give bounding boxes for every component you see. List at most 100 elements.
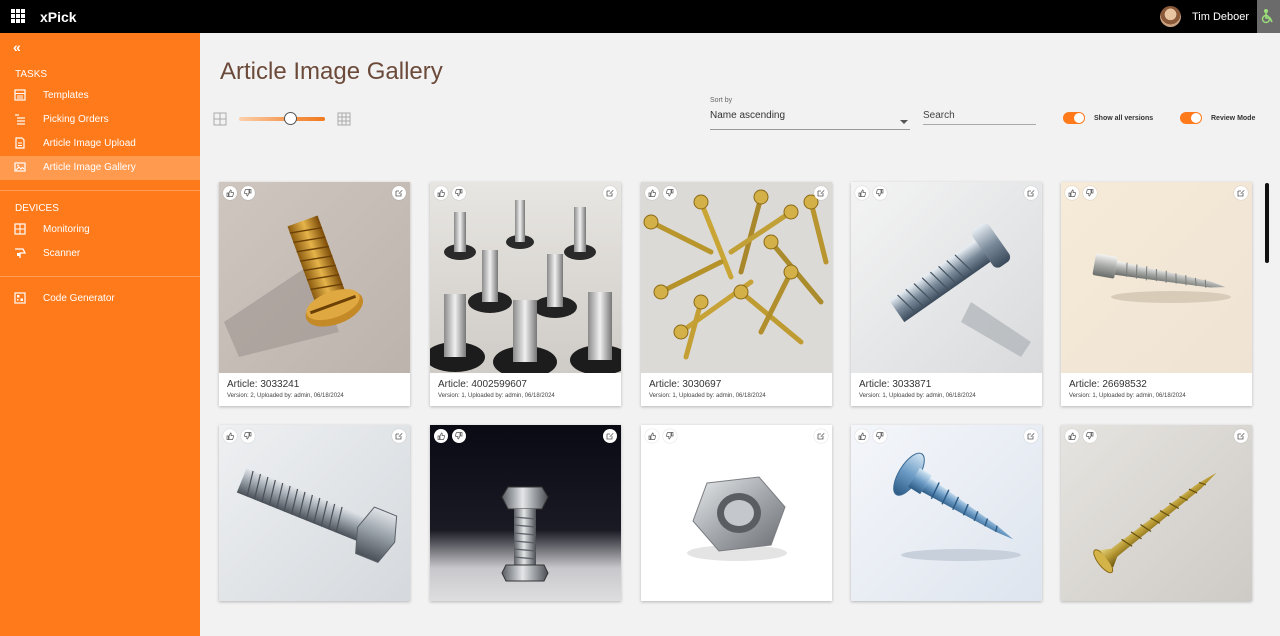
scanner-icon xyxy=(15,248,26,258)
sidebar-item-code-generator[interactable]: Code Generator xyxy=(0,287,200,311)
gallery-card[interactable] xyxy=(219,425,410,601)
article-image[interactable] xyxy=(219,425,410,601)
article-image[interactable] xyxy=(641,425,832,601)
article-image[interactable] xyxy=(1061,425,1252,601)
edit-button[interactable] xyxy=(603,429,617,443)
thumbs-down-button[interactable] xyxy=(873,186,887,200)
gallery-card[interactable]: Article: 3033871 Version: 1, Uploaded by… xyxy=(851,182,1042,406)
gallery-card[interactable] xyxy=(430,425,621,601)
article-image[interactable] xyxy=(851,182,1042,373)
edit-button[interactable] xyxy=(1234,186,1248,200)
thumbs-down-button[interactable] xyxy=(663,429,677,443)
card-title: Article: 26698532 xyxy=(1069,379,1147,390)
thumbs-down-button[interactable] xyxy=(1083,429,1097,443)
sidebar: « TASKS Templates Picking Orders Article… xyxy=(0,33,200,636)
card-meta: Version: 1, Uploaded by: admin, 06/18/20… xyxy=(438,393,555,399)
gallery-card[interactable] xyxy=(1061,425,1252,601)
user-name[interactable]: Tim Deboer xyxy=(1192,11,1249,23)
edit-button[interactable] xyxy=(1024,429,1038,443)
thumbs-down-button[interactable] xyxy=(241,429,255,443)
article-image[interactable] xyxy=(641,182,832,373)
collapse-sidebar-icon[interactable]: « xyxy=(13,39,21,55)
edit-button[interactable] xyxy=(814,186,828,200)
edit-button[interactable] xyxy=(392,429,406,443)
thumbs-down-icon xyxy=(1086,189,1094,197)
article-image[interactable] xyxy=(219,182,410,373)
edit-icon xyxy=(395,433,403,440)
thumbs-down-button[interactable] xyxy=(452,186,466,200)
hex-bolt-dark-image xyxy=(430,425,621,601)
article-image[interactable] xyxy=(430,182,621,373)
thumbs-up-button[interactable] xyxy=(855,186,869,200)
thumbs-up-icon xyxy=(226,189,234,197)
gallery-card[interactable] xyxy=(641,425,832,601)
thumbs-down-button[interactable] xyxy=(1083,186,1097,200)
edit-button[interactable] xyxy=(1234,429,1248,443)
thumbs-down-button[interactable] xyxy=(663,186,677,200)
app-title: xPick xyxy=(40,9,77,25)
zoom-slider-thumb[interactable] xyxy=(284,112,298,125)
sort-label: Sort by xyxy=(710,97,733,104)
apps-grid-icon[interactable] xyxy=(11,9,25,23)
qr-code-icon xyxy=(14,292,26,304)
section-title-tasks: TASKS xyxy=(15,69,48,80)
gallery-card[interactable]: Article: 3033241 Version: 2, Uploaded by… xyxy=(219,182,410,406)
edit-icon xyxy=(1027,190,1035,197)
avatar[interactable] xyxy=(1160,6,1181,27)
article-image[interactable] xyxy=(1061,182,1252,373)
edit-button[interactable] xyxy=(392,186,406,200)
article-image[interactable] xyxy=(851,425,1042,601)
thumbs-up-button[interactable] xyxy=(1065,186,1079,200)
scrollbar[interactable] xyxy=(1265,183,1269,263)
hex-lag-screw-image xyxy=(1061,182,1252,373)
brass-slotted-screw-image xyxy=(219,182,410,373)
gallery-card[interactable]: Article: 4002599607 Version: 1, Uploaded… xyxy=(430,182,621,406)
sidebar-item-scanner[interactable]: Scanner xyxy=(0,242,200,266)
sidebar-item-templates[interactable]: Templates xyxy=(0,84,200,108)
show-all-versions-toggle[interactable] xyxy=(1063,112,1085,124)
section-title-devices: DEVICES xyxy=(15,203,59,214)
chevron-down-icon[interactable] xyxy=(900,120,908,124)
upload-doc-icon xyxy=(15,137,25,149)
thumbs-up-icon xyxy=(1068,432,1076,440)
thumbs-down-button[interactable] xyxy=(873,429,887,443)
card-title: Article: 3033241 xyxy=(227,379,300,390)
sidebar-item-picking-orders[interactable]: Picking Orders xyxy=(0,108,200,132)
edit-button[interactable] xyxy=(1024,186,1038,200)
zoom-slider-track[interactable] xyxy=(239,117,325,121)
thumbs-up-button[interactable] xyxy=(434,186,448,200)
thumbs-down-button[interactable] xyxy=(452,429,466,443)
edit-button[interactable] xyxy=(603,186,617,200)
edit-icon xyxy=(1237,190,1245,197)
edit-icon xyxy=(1237,433,1245,440)
card-meta: Version: 1, Uploaded by: admin, 06/18/20… xyxy=(1069,393,1186,399)
thumbs-down-icon xyxy=(244,432,252,440)
sidebar-divider xyxy=(0,276,200,277)
thumbs-up-button[interactable] xyxy=(223,429,237,443)
sidebar-item-article-image-gallery[interactable]: Article Image Gallery xyxy=(0,156,200,180)
sidebar-item-monitoring[interactable]: Monitoring xyxy=(0,218,200,242)
small-tiles-icon[interactable] xyxy=(337,112,351,126)
gallery-card[interactable] xyxy=(851,425,1042,601)
thumbs-up-button[interactable] xyxy=(434,429,448,443)
thumbs-up-button[interactable] xyxy=(223,186,237,200)
sidebar-item-article-image-upload[interactable]: Article Image Upload xyxy=(0,132,200,156)
accessibility-button[interactable] xyxy=(1257,0,1280,33)
thumbs-up-icon xyxy=(437,432,445,440)
thumbs-up-button[interactable] xyxy=(645,429,659,443)
review-mode-toggle[interactable] xyxy=(1180,112,1202,124)
sort-select[interactable]: Name ascending xyxy=(710,110,785,121)
article-image[interactable] xyxy=(430,425,621,601)
thumbs-up-button[interactable] xyxy=(1065,429,1079,443)
large-tiles-icon[interactable] xyxy=(213,112,227,126)
search-input[interactable] xyxy=(923,106,1036,125)
thumbs-up-button[interactable] xyxy=(645,186,659,200)
thumbs-up-button[interactable] xyxy=(855,429,869,443)
gallery-card[interactable]: Article: 3030697 Version: 1, Uploaded by… xyxy=(641,182,832,406)
pile-of-wood-screws-image xyxy=(641,182,832,373)
thumbs-down-button[interactable] xyxy=(241,186,255,200)
edit-button[interactable] xyxy=(814,429,828,443)
gallery-card[interactable]: Article: 26698532 Version: 1, Uploaded b… xyxy=(1061,182,1252,406)
thumbs-down-icon xyxy=(876,432,884,440)
thumbs-down-icon xyxy=(876,189,884,197)
